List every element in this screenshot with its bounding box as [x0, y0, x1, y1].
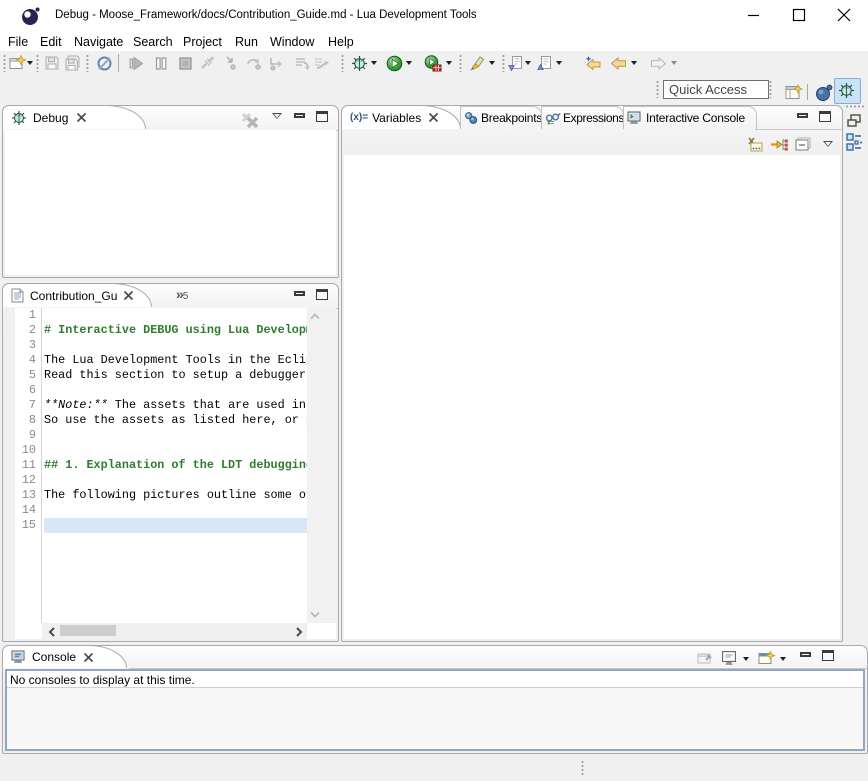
svg-text:x=: x=: [547, 120, 554, 126]
